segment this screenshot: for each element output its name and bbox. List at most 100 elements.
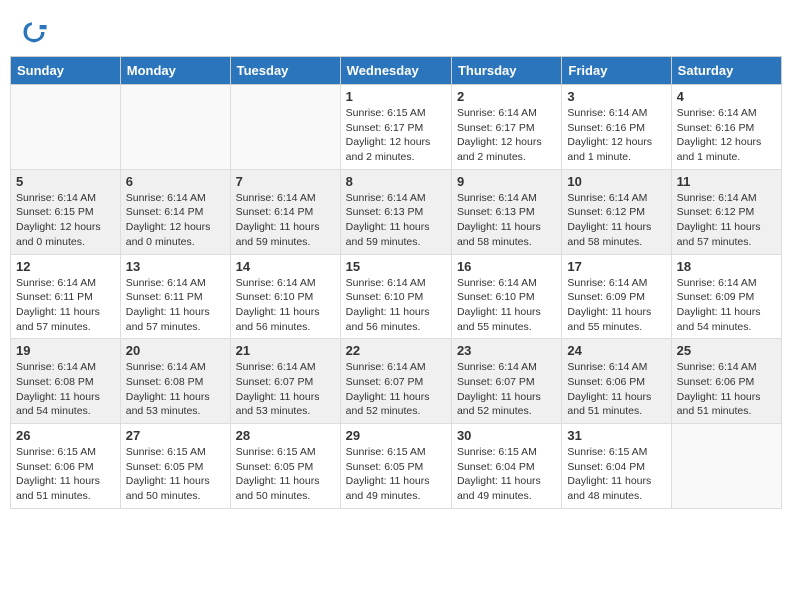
- day-number: 6: [126, 174, 225, 189]
- day-info: Sunrise: 6:14 AM Sunset: 6:17 PM Dayligh…: [457, 106, 556, 165]
- day-info: Sunrise: 6:15 AM Sunset: 6:06 PM Dayligh…: [16, 445, 115, 504]
- weekday-header-monday: Monday: [120, 57, 230, 85]
- calendar-cell: 19 Sunrise: 6:14 AM Sunset: 6:08 PM Dayli…: [11, 339, 121, 424]
- calendar-cell: 17 Sunrise: 6:14 AM Sunset: 6:09 PM Dayli…: [562, 254, 671, 339]
- weekday-header-wednesday: Wednesday: [340, 57, 451, 85]
- calendar-cell: 6 Sunrise: 6:14 AM Sunset: 6:14 PM Daylig…: [120, 169, 230, 254]
- day-number: 5: [16, 174, 115, 189]
- day-info: Sunrise: 6:14 AM Sunset: 6:13 PM Dayligh…: [457, 191, 556, 250]
- calendar-week-2: 5Sunrise: 6:14 AM Sunset: 6:15 PM Daylig…: [11, 169, 782, 254]
- day-info: Sunrise: 6:14 AM Sunset: 6:10 PM Dayligh…: [236, 276, 335, 335]
- day-number: 26: [16, 428, 115, 443]
- day-number: 23: [457, 343, 556, 358]
- day-number: 9: [457, 174, 556, 189]
- day-info: Sunrise: 6:15 AM Sunset: 6:05 PM Dayligh…: [236, 445, 335, 504]
- day-info: Sunrise: 6:14 AM Sunset: 6:12 PM Dayligh…: [677, 191, 776, 250]
- day-info: Sunrise: 6:15 AM Sunset: 6:05 PM Dayligh…: [126, 445, 225, 504]
- calendar-cell: 8 Sunrise: 6:14 AM Sunset: 6:13 PM Daylig…: [340, 169, 451, 254]
- calendar-week-5: 26 Sunrise: 6:15 AM Sunset: 6:06 PM Dayli…: [11, 424, 782, 509]
- day-info: Sunrise: 6:14 AM Sunset: 6:11 PM Dayligh…: [16, 276, 115, 335]
- day-number: 1: [346, 89, 446, 104]
- day-number: 20: [126, 343, 225, 358]
- day-number: 7: [236, 174, 335, 189]
- weekday-header-saturday: Saturday: [671, 57, 781, 85]
- calendar-cell: 7 Sunrise: 6:14 AM Sunset: 6:14 PM Daylig…: [230, 169, 340, 254]
- day-number: 4: [677, 89, 776, 104]
- day-number: 30: [457, 428, 556, 443]
- day-number: 21: [236, 343, 335, 358]
- day-number: 11: [677, 174, 776, 189]
- day-info: Sunrise: 6:14 AM Sunset: 6:07 PM Dayligh…: [346, 360, 446, 419]
- day-number: 18: [677, 259, 776, 274]
- calendar-cell: 29 Sunrise: 6:15 AM Sunset: 6:05 PM Dayli…: [340, 424, 451, 509]
- calendar-cell: 20 Sunrise: 6:14 AM Sunset: 6:08 PM Dayli…: [120, 339, 230, 424]
- day-number: 17: [567, 259, 665, 274]
- day-info: Sunrise: 6:14 AM Sunset: 6:16 PM Dayligh…: [567, 106, 665, 165]
- weekday-header-tuesday: Tuesday: [230, 57, 340, 85]
- calendar-cell: 14Sunrise: 6:14 AM Sunset: 6:10 PM Dayli…: [230, 254, 340, 339]
- calendar-cell: 5Sunrise: 6:14 AM Sunset: 6:15 PM Daylig…: [11, 169, 121, 254]
- day-info: Sunrise: 6:14 AM Sunset: 6:10 PM Dayligh…: [457, 276, 556, 335]
- calendar-cell: [11, 85, 121, 170]
- calendar-cell: 25 Sunrise: 6:14 AM Sunset: 6:06 PM Dayli…: [671, 339, 781, 424]
- day-info: Sunrise: 6:14 AM Sunset: 6:09 PM Dayligh…: [567, 276, 665, 335]
- day-number: 8: [346, 174, 446, 189]
- day-info: Sunrise: 6:14 AM Sunset: 6:07 PM Dayligh…: [457, 360, 556, 419]
- day-number: 16: [457, 259, 556, 274]
- day-info: Sunrise: 6:14 AM Sunset: 6:14 PM Dayligh…: [236, 191, 335, 250]
- calendar-header-row: SundayMondayTuesdayWednesdayThursdayFrid…: [11, 57, 782, 85]
- calendar-week-4: 19 Sunrise: 6:14 AM Sunset: 6:08 PM Dayli…: [11, 339, 782, 424]
- day-number: 25: [677, 343, 776, 358]
- day-info: Sunrise: 6:14 AM Sunset: 6:11 PM Dayligh…: [126, 276, 225, 335]
- calendar-cell: 10Sunrise: 6:14 AM Sunset: 6:12 PM Dayli…: [562, 169, 671, 254]
- calendar-cell: 16 Sunrise: 6:14 AM Sunset: 6:10 PM Dayli…: [451, 254, 561, 339]
- day-number: 22: [346, 343, 446, 358]
- weekday-header-thursday: Thursday: [451, 57, 561, 85]
- day-info: Sunrise: 6:15 AM Sunset: 6:04 PM Dayligh…: [457, 445, 556, 504]
- day-number: 3: [567, 89, 665, 104]
- calendar-cell: 18 Sunrise: 6:14 AM Sunset: 6:09 PM Dayli…: [671, 254, 781, 339]
- logo: [20, 18, 50, 46]
- day-number: 29: [346, 428, 446, 443]
- weekday-header-sunday: Sunday: [11, 57, 121, 85]
- calendar-table: SundayMondayTuesdayWednesdayThursdayFrid…: [10, 56, 782, 509]
- day-number: 27: [126, 428, 225, 443]
- day-info: Sunrise: 6:14 AM Sunset: 6:10 PM Dayligh…: [346, 276, 446, 335]
- day-number: 13: [126, 259, 225, 274]
- day-number: 31: [567, 428, 665, 443]
- calendar-cell: 13 Sunrise: 6:14 AM Sunset: 6:11 PM Dayli…: [120, 254, 230, 339]
- day-info: Sunrise: 6:14 AM Sunset: 6:14 PM Dayligh…: [126, 191, 225, 250]
- logo-icon: [20, 18, 48, 46]
- calendar-cell: [230, 85, 340, 170]
- calendar-cell: 9 Sunrise: 6:14 AM Sunset: 6:13 PM Daylig…: [451, 169, 561, 254]
- day-number: 19: [16, 343, 115, 358]
- day-number: 28: [236, 428, 335, 443]
- calendar-cell: 11 Sunrise: 6:14 AM Sunset: 6:12 PM Dayli…: [671, 169, 781, 254]
- page-header: [10, 10, 782, 52]
- calendar-cell: [120, 85, 230, 170]
- calendar-week-1: 1 Sunrise: 6:15 AM Sunset: 6:17 PM Daylig…: [11, 85, 782, 170]
- calendar-cell: 1 Sunrise: 6:15 AM Sunset: 6:17 PM Daylig…: [340, 85, 451, 170]
- calendar-cell: 30 Sunrise: 6:15 AM Sunset: 6:04 PM Dayli…: [451, 424, 561, 509]
- calendar-cell: 31 Sunrise: 6:15 AM Sunset: 6:04 PM Dayli…: [562, 424, 671, 509]
- day-info: Sunrise: 6:15 AM Sunset: 6:17 PM Dayligh…: [346, 106, 446, 165]
- day-info: Sunrise: 6:14 AM Sunset: 6:09 PM Dayligh…: [677, 276, 776, 335]
- day-info: Sunrise: 6:15 AM Sunset: 6:04 PM Dayligh…: [567, 445, 665, 504]
- calendar-week-3: 12Sunrise: 6:14 AM Sunset: 6:11 PM Dayli…: [11, 254, 782, 339]
- day-info: Sunrise: 6:15 AM Sunset: 6:05 PM Dayligh…: [346, 445, 446, 504]
- day-info: Sunrise: 6:14 AM Sunset: 6:08 PM Dayligh…: [126, 360, 225, 419]
- calendar-cell: 23 Sunrise: 6:14 AM Sunset: 6:07 PM Dayli…: [451, 339, 561, 424]
- calendar-cell: 27 Sunrise: 6:15 AM Sunset: 6:05 PM Dayli…: [120, 424, 230, 509]
- calendar-cell: 26 Sunrise: 6:15 AM Sunset: 6:06 PM Dayli…: [11, 424, 121, 509]
- day-info: Sunrise: 6:14 AM Sunset: 6:16 PM Dayligh…: [677, 106, 776, 165]
- day-number: 24: [567, 343, 665, 358]
- day-info: Sunrise: 6:14 AM Sunset: 6:06 PM Dayligh…: [677, 360, 776, 419]
- calendar-cell: 15Sunrise: 6:14 AM Sunset: 6:10 PM Dayli…: [340, 254, 451, 339]
- day-info: Sunrise: 6:14 AM Sunset: 6:12 PM Dayligh…: [567, 191, 665, 250]
- day-number: 2: [457, 89, 556, 104]
- calendar-cell: 24 Sunrise: 6:14 AM Sunset: 6:06 PM Dayli…: [562, 339, 671, 424]
- day-info: Sunrise: 6:14 AM Sunset: 6:13 PM Dayligh…: [346, 191, 446, 250]
- day-info: Sunrise: 6:14 AM Sunset: 6:06 PM Dayligh…: [567, 360, 665, 419]
- day-info: Sunrise: 6:14 AM Sunset: 6:08 PM Dayligh…: [16, 360, 115, 419]
- calendar-cell: 22 Sunrise: 6:14 AM Sunset: 6:07 PM Dayli…: [340, 339, 451, 424]
